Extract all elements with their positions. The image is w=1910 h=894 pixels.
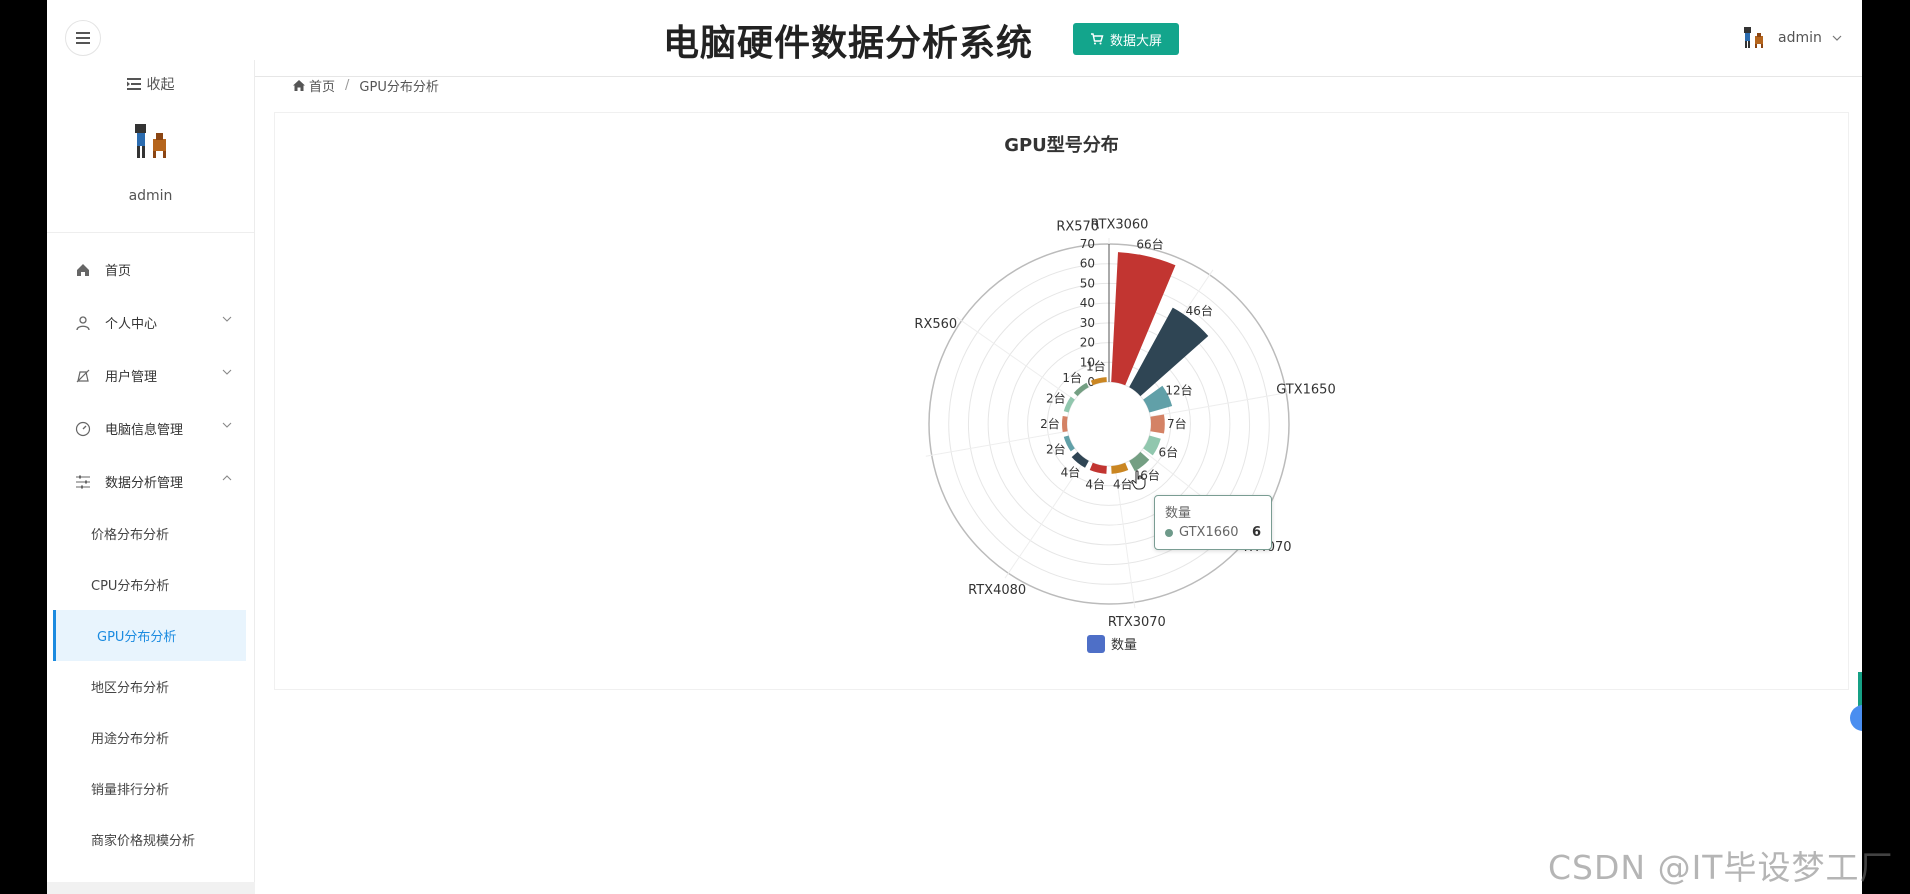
polar-bar-chart[interactable]: 010203040506070 66台46台12台7台6台6台4台4台4台2台2台… bbox=[275, 113, 1848, 689]
polar-bar[interactable] bbox=[1062, 415, 1068, 433]
sidebar-item-label: 电脑信息管理 bbox=[105, 423, 184, 438]
bar-data-label: 2台 bbox=[1046, 390, 1066, 405]
menu-toggle-button[interactable] bbox=[65, 20, 101, 56]
collapse-label: 收起 bbox=[146, 77, 175, 93]
radial-grid-circle bbox=[1066, 381, 1152, 467]
bar-data-label: 6台 bbox=[1158, 445, 1178, 460]
sidebar-item-user-manage[interactable]: 用户管理 bbox=[47, 349, 254, 402]
menu-fold-icon bbox=[126, 78, 141, 90]
category-label: RX560 bbox=[914, 317, 957, 332]
category-label: RTX4080 bbox=[968, 583, 1026, 598]
sidebar-subitem-merchant-price[interactable]: 商家价格规模分析 bbox=[47, 814, 254, 865]
sidebar-subitem-cpu[interactable]: CPU分布分析 bbox=[47, 559, 254, 610]
bar-data-label: 2台 bbox=[1040, 416, 1060, 431]
profile-avatar bbox=[134, 124, 166, 158]
radial-tick-label: 70 bbox=[1080, 237, 1095, 251]
hamburger-icon bbox=[76, 32, 90, 44]
chart-card: GPU型号分布 0 10 20 30 40 50 60 70 66台 46台 12台 7台 6台 6台 4台… bbox=[274, 112, 1849, 690]
category-label: RTX3070 bbox=[1108, 615, 1166, 630]
chevron-down-icon bbox=[222, 316, 232, 322]
polar-bar[interactable] bbox=[1150, 414, 1165, 434]
radial-tick-label: 40 bbox=[1080, 296, 1095, 310]
app-window: 电脑硬件数据分析系统 数据大屏 admin 收起 admin 首页 个人中心 用… bbox=[47, 0, 1862, 894]
home-icon bbox=[75, 262, 91, 278]
sidebar-item-label: 首页 bbox=[105, 264, 132, 279]
breadcrumb-home[interactable]: 首页 bbox=[309, 76, 335, 95]
category-label: RTX3060 bbox=[1090, 217, 1148, 232]
radial-tick-label: 60 bbox=[1080, 257, 1095, 271]
sidebar-item-label: 个人中心 bbox=[105, 317, 158, 332]
profile-name: admin bbox=[128, 188, 173, 204]
cart-icon bbox=[1090, 33, 1104, 45]
sidebar-item-label: 用户管理 bbox=[105, 370, 158, 385]
header-username: admin bbox=[1778, 30, 1822, 46]
breadcrumb-separator: / bbox=[345, 78, 350, 93]
bar-data-label: 1台 bbox=[1062, 370, 1082, 385]
sidebar-item-data-analysis[interactable]: 数据分析管理 bbox=[47, 455, 254, 508]
system-title: 电脑硬件数据分析系统 bbox=[663, 23, 1034, 64]
sliders-icon bbox=[75, 474, 91, 490]
legend-label[interactable]: 数量 bbox=[1111, 638, 1137, 653]
user-dropdown[interactable]: admin bbox=[1740, 24, 1842, 52]
sidebar-item-label: 数据分析管理 bbox=[105, 476, 184, 491]
big-screen-label: 数据大屏 bbox=[1109, 33, 1162, 49]
sidebar-subitem-sales-rank[interactable]: 销量排行分析 bbox=[47, 763, 254, 814]
radial-tick-label: 50 bbox=[1080, 276, 1095, 290]
chevron-down-icon bbox=[222, 422, 232, 428]
chart-tooltip: 数量 GTX1660 6 bbox=[1154, 495, 1272, 550]
gauge-icon bbox=[75, 421, 91, 437]
bar-data-label: 2台 bbox=[1046, 442, 1066, 457]
radial-tick-label: 20 bbox=[1080, 336, 1095, 350]
sidebar-subitem-region[interactable]: 地区分布分析 bbox=[47, 661, 254, 712]
floating-action-button[interactable] bbox=[1850, 705, 1862, 731]
bar-data-label: 1台 bbox=[1086, 358, 1106, 373]
sidebar-menu: 首页 个人中心 用户管理 电脑信息管理 数据分析管理 价格分布分析 CPU分布分… bbox=[47, 243, 254, 865]
home-icon bbox=[293, 80, 305, 91]
sidebar: 收起 admin 首页 个人中心 用户管理 电脑信息管理 数据分析管理 价格分布… bbox=[47, 60, 255, 894]
bar-data-label: 4台 bbox=[1113, 476, 1133, 491]
sidebar-subitem-price[interactable]: 价格分布分析 bbox=[47, 508, 254, 559]
breadcrumb-current: GPU分布分析 bbox=[359, 80, 439, 95]
chevron-down-icon bbox=[1832, 35, 1842, 41]
angular-grid-line bbox=[956, 316, 1075, 401]
sidebar-item-computer-info[interactable]: 电脑信息管理 bbox=[47, 402, 254, 455]
collapse-button[interactable]: 收起 bbox=[47, 60, 254, 108]
tooltip-series-dot bbox=[1165, 528, 1173, 537]
tooltip-value: 6 bbox=[1251, 525, 1261, 540]
watermark: CSDN @IT毕设梦工厂 bbox=[1548, 848, 1894, 887]
big-screen-button[interactable]: 数据大屏 bbox=[1073, 23, 1179, 55]
chevron-up-icon bbox=[222, 475, 232, 481]
breadcrumb: 首页 / GPU分布分析 bbox=[293, 76, 439, 95]
sidebar-subitem-usage[interactable]: 用途分布分析 bbox=[47, 712, 254, 763]
sidebar-item-home[interactable]: 首页 bbox=[47, 243, 254, 296]
bar-data-label: 46台 bbox=[1186, 303, 1213, 318]
sidebar-profile: admin bbox=[47, 108, 254, 233]
sidebar-item-personal-center[interactable]: 个人中心 bbox=[47, 296, 254, 349]
category-label: RX570 bbox=[1056, 219, 1099, 234]
tooltip-name: GTX1660 bbox=[1179, 525, 1239, 540]
legend-swatch[interactable] bbox=[1087, 635, 1105, 653]
bar-data-label: 12台 bbox=[1165, 382, 1192, 397]
chevron-down-icon bbox=[222, 369, 232, 375]
radial-tick-label: 30 bbox=[1080, 316, 1095, 330]
sidebar-subitem-gpu[interactable]: GPU分布分析 bbox=[53, 610, 246, 661]
category-label: GTX1650 bbox=[1276, 382, 1336, 397]
bar-data-label: 4台 bbox=[1085, 476, 1105, 491]
user-icon bbox=[75, 315, 91, 331]
bar-data-label: 4台 bbox=[1061, 464, 1081, 479]
avatar bbox=[1744, 27, 1763, 48]
bar-data-label: 7台 bbox=[1167, 416, 1187, 431]
sidebar-scrollbar[interactable] bbox=[47, 882, 255, 894]
tooltip-title: 数量 bbox=[1165, 506, 1192, 521]
hand-cursor-icon bbox=[1131, 470, 1146, 490]
user-manage-icon bbox=[75, 368, 91, 384]
tooltip-row: GTX1660 6 bbox=[1165, 525, 1261, 540]
bar-data-label: 66台 bbox=[1136, 237, 1163, 252]
top-header: 电脑硬件数据分析系统 数据大屏 admin bbox=[47, 0, 1862, 77]
